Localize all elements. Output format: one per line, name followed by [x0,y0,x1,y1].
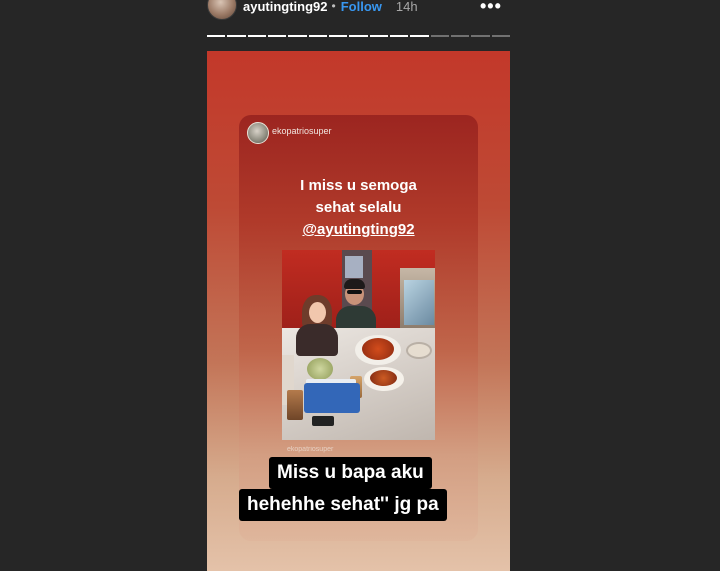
story-caption: I miss u semoga sehat selalu @ayutingtin… [239,175,478,241]
separator-dot: • [331,0,336,13]
progress-segment [491,35,510,37]
progress-segment [410,35,429,37]
progress-segment [227,35,246,37]
follow-button[interactable]: Follow [341,0,382,14]
reply-line-1: Miss u bapa aku [269,457,432,489]
caption-line-2: sehat selalu [315,199,402,216]
progress-segment [308,35,327,37]
photo-person-2-hair [344,279,365,289]
reply-line-2: hehehhe sehat'' jg pa [239,489,447,521]
progress-segment [288,35,307,37]
more-horizontal-icon[interactable]: ••• [480,0,502,17]
username-link[interactable]: ayutingting92 [243,0,328,14]
progress-segment [369,35,388,37]
photo-bowl [406,342,432,359]
photo-crab-dish-1 [362,338,394,360]
photo-window-glass [404,280,434,325]
progress-segment [349,35,368,37]
photo-crab-dish-2 [370,370,397,386]
progress-segment [430,35,449,37]
progress-segment [389,35,409,37]
story-photo [282,250,435,440]
photo-person-2-glasses [347,290,362,294]
caption-line-1: I miss u semoga [300,177,417,194]
photo-phone [312,416,334,426]
photo-doorway-light [345,256,363,278]
progress-segment [267,35,287,37]
user-avatar[interactable] [207,0,237,20]
reshared-user-avatar [247,122,269,144]
story-progress-bar [207,35,510,38]
post-time: 14h [395,0,418,14]
progress-segment [450,35,470,37]
photo-person-1-body [296,324,338,356]
progress-segment [328,35,348,37]
progress-segment [207,35,226,37]
photo-coconut [307,358,333,380]
reshared-username: ekopatriosuper [272,126,332,136]
progress-segment [247,35,266,37]
story-header: ayutingting92 • Follow 14h [243,0,418,15]
progress-segment [471,35,490,37]
photo-glass-1 [287,390,303,420]
photo-person-1-face [309,302,326,323]
photo-watermark: ekopatriosuper [287,446,334,453]
photo-tissue-box [304,383,360,413]
story-frame[interactable]: ekopatriosuper I miss u semoga sehat sel… [207,51,510,571]
mention-link[interactable]: @ayutingting92 [239,219,478,241]
story-reply-text: Miss u bapa aku hehehhe sehat'' jg pa [239,457,487,527]
